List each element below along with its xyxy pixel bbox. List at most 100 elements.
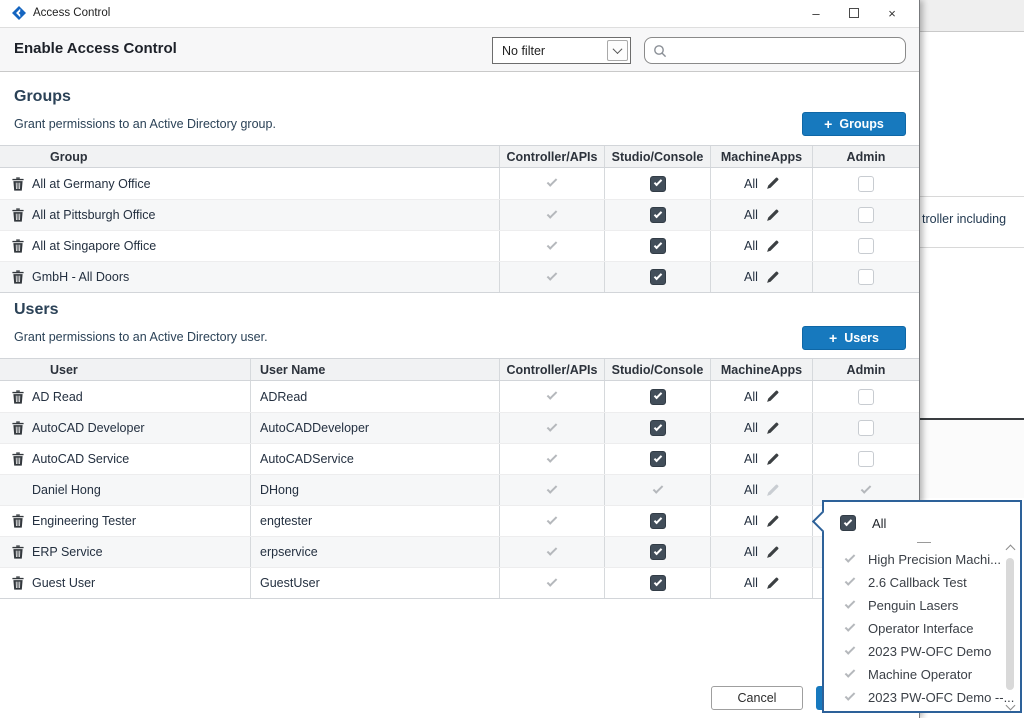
popup-list-item[interactable]: 2023 PW-OFC Demo xyxy=(824,640,1020,663)
minimize-button[interactable]: – xyxy=(797,0,835,26)
filter-dropdown[interactable]: No filter xyxy=(492,37,631,64)
granted-check-icon xyxy=(547,576,558,587)
admin-checkbox[interactable] xyxy=(858,238,874,254)
cancel-button[interactable]: Cancel xyxy=(711,686,803,710)
studio-checkbox[interactable] xyxy=(650,420,666,436)
studio-checkbox[interactable] xyxy=(650,513,666,529)
machineapps-cell[interactable]: All xyxy=(710,475,812,505)
studio-checkbox[interactable] xyxy=(650,269,666,285)
studio-checkbox[interactable] xyxy=(650,389,666,405)
delete-trash-icon[interactable] xyxy=(12,239,24,253)
machineapps-cell[interactable]: All xyxy=(710,262,812,292)
admin-checkbox[interactable] xyxy=(858,451,874,467)
studio-checkbox[interactable] xyxy=(650,238,666,254)
delete-trash-icon[interactable] xyxy=(12,514,24,528)
username-cell: ADRead xyxy=(250,381,499,412)
delete-trash-icon[interactable] xyxy=(12,421,24,435)
name-cell: All at Pittsburgh Office xyxy=(0,200,499,230)
page-title: Enable Access Control xyxy=(14,40,177,57)
studio-checkbox[interactable] xyxy=(650,207,666,223)
dialog-titlebar: Access Control – × xyxy=(0,0,919,26)
studio-checkbox[interactable] xyxy=(650,451,666,467)
scrollbar-thumb[interactable] xyxy=(1006,558,1014,690)
popup-list-item[interactable]: Pick & Place xyxy=(824,709,1020,711)
edit-pencil-icon[interactable] xyxy=(766,577,779,590)
popup-list-item[interactable]: High Precision Machi... xyxy=(824,548,1020,571)
controller-cell xyxy=(499,475,604,505)
edit-pencil-icon[interactable] xyxy=(766,422,779,435)
edit-pencil-icon[interactable] xyxy=(766,390,779,403)
controller-cell xyxy=(499,444,604,474)
add-groups-button[interactable]: + Groups xyxy=(802,112,906,136)
scroll-down-icon[interactable] xyxy=(1006,701,1016,711)
check-icon xyxy=(653,240,661,248)
studio-checkbox[interactable] xyxy=(650,575,666,591)
machineapps-cell[interactable]: All xyxy=(710,200,812,230)
edit-pencil-icon[interactable] xyxy=(766,177,779,190)
popup-list-item[interactable]: 2023 PW-OFC Demo --... xyxy=(824,686,1020,709)
delete-trash-icon[interactable] xyxy=(12,270,24,284)
all-checkbox[interactable] xyxy=(840,515,856,531)
popup-list-item[interactable]: Machine Operator xyxy=(824,663,1020,686)
add-users-button[interactable]: + Users xyxy=(802,326,906,350)
admin-checkbox[interactable] xyxy=(858,420,874,436)
item-check-icon xyxy=(845,621,856,632)
delete-trash-icon[interactable] xyxy=(12,177,24,191)
delete-trash-icon[interactable] xyxy=(12,452,24,466)
admin-checkbox[interactable] xyxy=(858,269,874,285)
admin-checkbox[interactable] xyxy=(858,176,874,192)
table-row: All at Singapore OfficeAll xyxy=(0,230,919,261)
access-control-dialog: Access Control – × Enable Access Control… xyxy=(0,0,920,718)
row-name-label: GmbH - All Doors xyxy=(32,270,129,284)
scroll-up-icon[interactable] xyxy=(1006,545,1016,555)
popup-scrollbar[interactable] xyxy=(1004,544,1017,709)
edit-pencil-icon[interactable] xyxy=(766,271,779,284)
machineapps-cell[interactable]: All xyxy=(710,381,812,412)
machineapps-value: All xyxy=(744,239,758,253)
column-header: MachineApps xyxy=(710,359,812,380)
column-header: Controller/APIs xyxy=(499,359,604,380)
popup-list-item[interactable]: 2.6 Callback Test xyxy=(824,571,1020,594)
table-row: GmbH - All Doors All xyxy=(0,261,919,292)
machineapps-cell[interactable]: All xyxy=(710,413,812,443)
studio-checkbox[interactable] xyxy=(650,176,666,192)
delete-trash-icon[interactable] xyxy=(12,545,24,559)
close-button[interactable]: × xyxy=(873,0,911,26)
machineapps-cell[interactable]: All xyxy=(710,444,812,474)
filter-value: No filter xyxy=(493,44,607,58)
admin-checkbox[interactable] xyxy=(858,207,874,223)
machineapps-cell[interactable]: All xyxy=(710,568,812,598)
delete-trash-icon[interactable] xyxy=(12,390,24,404)
search-input[interactable] xyxy=(667,38,905,63)
maximize-button[interactable] xyxy=(835,0,873,26)
delete-trash-icon[interactable] xyxy=(12,208,24,222)
studio-cell xyxy=(604,475,710,505)
machineapps-cell[interactable]: All xyxy=(710,537,812,567)
studio-checkbox[interactable] xyxy=(650,544,666,560)
app-logo-icon xyxy=(12,6,26,20)
search-field[interactable] xyxy=(644,37,906,64)
admin-checkbox[interactable] xyxy=(858,389,874,405)
edit-pencil-icon[interactable] xyxy=(766,546,779,559)
studio-cell xyxy=(604,231,710,261)
machineapps-cell[interactable]: All xyxy=(710,506,812,536)
delete-trash-icon[interactable] xyxy=(12,576,24,590)
edit-pencil-icon[interactable] xyxy=(766,453,779,466)
check-icon xyxy=(653,515,661,523)
row-name-label: AD Read xyxy=(32,390,83,404)
popup-item-all[interactable]: All xyxy=(824,510,1020,536)
edit-pencil-icon[interactable] xyxy=(766,209,779,222)
popup-list-item[interactable]: Penguin Lasers xyxy=(824,594,1020,617)
item-check-icon xyxy=(845,552,856,563)
popup-list-item[interactable]: Operator Interface xyxy=(824,617,1020,640)
edit-pencil-icon[interactable] xyxy=(766,240,779,253)
machineapps-value: All xyxy=(744,421,758,435)
machineapps-cell[interactable]: All xyxy=(710,231,812,261)
edit-pencil-icon xyxy=(766,484,779,497)
username-label: erpservice xyxy=(260,545,318,559)
chevron-down-icon[interactable] xyxy=(607,40,628,61)
machineapps-cell[interactable]: All xyxy=(710,168,812,199)
edit-pencil-icon[interactable] xyxy=(766,515,779,528)
users-table: UserUser NameController/APIsStudio/Conso… xyxy=(0,358,919,599)
table-row: Guest UserGuestUserAll xyxy=(0,567,919,598)
